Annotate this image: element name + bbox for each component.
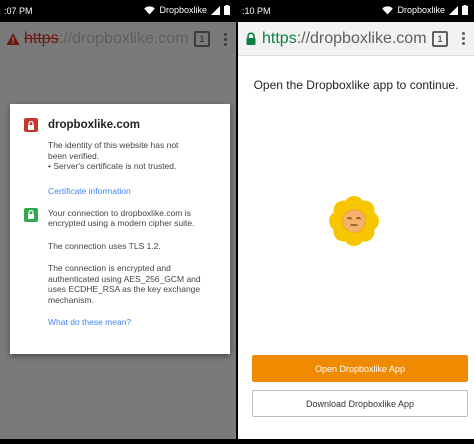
tls-text: The connection uses TLS 1.2. (48, 240, 161, 251)
dialog-site-name: dropboxlike.com (48, 119, 141, 131)
warning-text: The identity of this website has not bee… (48, 140, 179, 171)
nav-bar (238, 439, 474, 444)
page-title: Open the Dropboxlike app to continue. (253, 78, 459, 92)
status-carrier: Dropboxlike (159, 5, 207, 15)
battery-icon (462, 5, 468, 15)
right-phone-screen: :10 PM Dropboxlike https://dropboxlike.c… (238, 0, 474, 444)
address-bar[interactable]: https://dropboxlike.com/sl 1 (238, 22, 474, 56)
signal-icon (211, 5, 220, 15)
lock-icon[interactable] (244, 31, 258, 46)
what-do-these-mean-link[interactable]: What do these mean? (48, 317, 218, 327)
menu-icon[interactable] (220, 32, 230, 46)
url-text[interactable]: https://dropboxlike.com/sl (262, 30, 426, 48)
tabs-icon[interactable]: 1 (432, 30, 448, 47)
left-phone-screen: :07 PM Dropboxlike https://dropboxlike.c… (0, 0, 236, 444)
open-app-button[interactable]: Open Dropboxlike App (252, 355, 468, 382)
wifi-icon (144, 5, 156, 14)
wifi-icon (382, 5, 394, 14)
signal-icon (449, 5, 458, 15)
menu-icon[interactable] (458, 32, 468, 45)
status-time: :10 PM (242, 6, 271, 16)
address-bar[interactable]: https://dropboxlike.com/sl 1 (0, 22, 236, 56)
certificate-link[interactable]: Certificate information (48, 186, 218, 196)
status-time: :07 PM (4, 6, 33, 16)
tabs-icon[interactable]: 1 (194, 31, 210, 47)
status-carrier: Dropboxlike (397, 5, 445, 15)
battery-icon (224, 5, 230, 15)
flower-mascot-icon (329, 196, 379, 246)
secure-text: Your connection to dropboxlike.com is en… (48, 207, 195, 229)
lock-icon (24, 207, 38, 222)
page-content: Open the Dropboxlike app to continue. Op… (238, 56, 474, 439)
lock-icon (24, 118, 38, 132)
cipher-text: The connection is encrypted and authenti… (48, 263, 201, 305)
url-text[interactable]: https://dropboxlike.com/sl (24, 30, 188, 48)
download-app-button[interactable]: Download Dropboxlike App (252, 390, 468, 417)
status-bar: :10 PM Dropboxlike (238, 0, 474, 22)
status-bar: :07 PM Dropboxlike (0, 0, 236, 22)
page-info-dialog: dropboxlike.com The identity of this web… (10, 104, 230, 354)
warning-icon[interactable] (6, 32, 20, 46)
nav-bar (0, 439, 236, 444)
